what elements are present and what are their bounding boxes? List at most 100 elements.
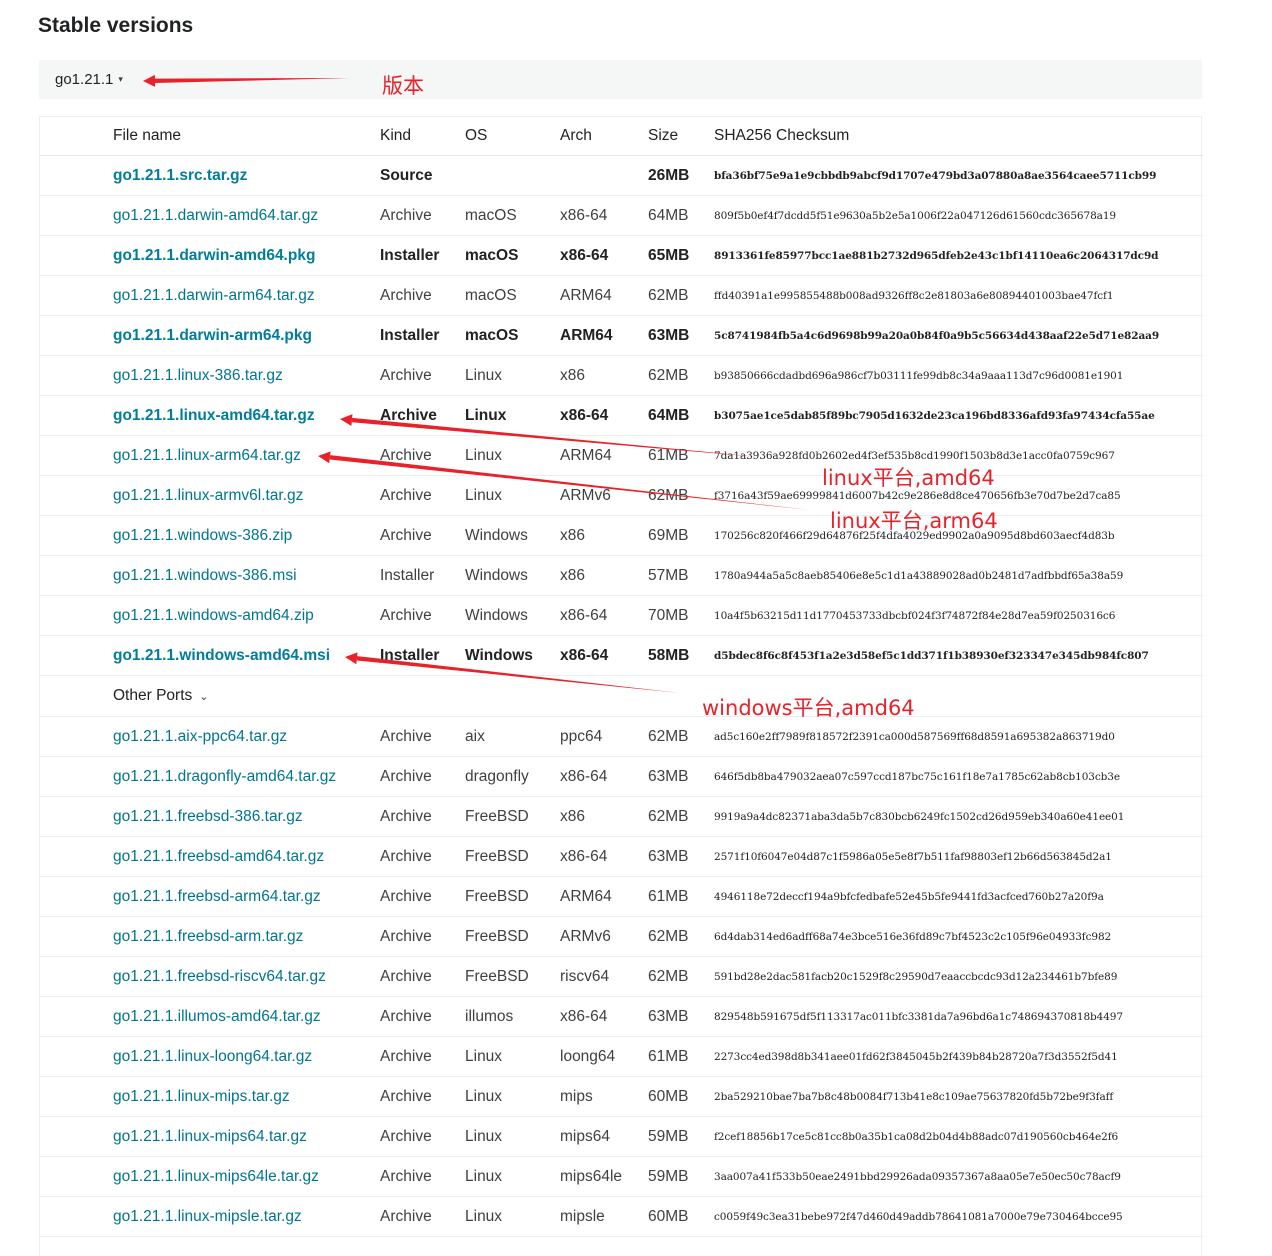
table-row: go1.21.1.darwin-arm64.tar.gz Archive macOS… xyxy=(40,275,1203,316)
download-link[interactable]: go1.21.1.windows-386.zip xyxy=(113,527,292,544)
header-size: Size xyxy=(648,117,714,156)
download-link[interactable]: go1.21.1.windows-386.msi xyxy=(113,567,297,584)
download-link[interactable]: go1.21.1.linux-mips64le.tar.gz xyxy=(113,1168,319,1185)
download-link[interactable]: go1.21.1.freebsd-arm.tar.gz xyxy=(113,928,303,945)
cell-sha256: 5c8741984fb5a4c6d9698b99a20a0b84f0a9b5c5… xyxy=(714,315,1203,356)
row-spacer xyxy=(40,836,113,877)
row-spacer xyxy=(40,1156,113,1197)
cell-arch: mips64le xyxy=(560,1156,648,1197)
other-ports-rows: go1.21.1.aix-ppc64.tar.gz Archive aix ppc64… xyxy=(40,716,1203,1237)
row-spacer xyxy=(40,1036,113,1077)
cell-file-name: go1.21.1.freebsd-amd64.tar.gz xyxy=(113,836,380,877)
download-link[interactable]: go1.21.1.linux-386.tar.gz xyxy=(113,367,283,384)
cell-arch: ARMv6 xyxy=(560,475,648,516)
cell-size: 60MB xyxy=(648,1076,714,1117)
cell-sha256: 3aa007a41f533b50eae2491bbd29926ada093573… xyxy=(714,1156,1203,1197)
cell-arch: ARM64 xyxy=(560,315,648,356)
download-link[interactable]: go1.21.1.darwin-amd64.pkg xyxy=(113,247,315,264)
download-link[interactable]: go1.21.1.linux-arm64.tar.gz xyxy=(113,447,301,464)
cell-size: 57MB xyxy=(648,555,714,596)
download-link[interactable]: go1.21.1.illumos-amd64.tar.gz xyxy=(113,1008,321,1025)
cell-file-name: go1.21.1.darwin-arm64.tar.gz xyxy=(113,275,380,316)
cell-arch: ARMv6 xyxy=(560,916,648,957)
cell-size: 63MB xyxy=(648,996,714,1037)
cell-kind: Archive xyxy=(380,1036,465,1077)
cell-os: macOS xyxy=(465,315,560,356)
download-link[interactable]: go1.21.1.aix-ppc64.tar.gz xyxy=(113,728,287,745)
download-link[interactable]: go1.21.1.linux-armv6l.tar.gz xyxy=(113,487,303,504)
table-row: go1.21.1.windows-amd64.msi Installer Windo… xyxy=(40,635,1203,676)
table-row: go1.21.1.windows-386.msi Installer Windows… xyxy=(40,555,1203,596)
table-row: go1.21.1.illumos-amd64.tar.gz Archive illu… xyxy=(40,996,1203,1037)
download-link[interactable]: go1.21.1.linux-loong64.tar.gz xyxy=(113,1048,312,1065)
download-link[interactable]: go1.21.1.freebsd-386.tar.gz xyxy=(113,808,303,825)
cell-sha256: ad5c160e2ff7989f818572f2391ca000d587569f… xyxy=(714,716,1203,757)
cell-kind: Archive xyxy=(380,395,465,436)
downloads-table-container: File name Kind OS Arch Size SHA256 Check… xyxy=(39,116,1203,1256)
cell-arch: x86-64 xyxy=(560,235,648,276)
cell-file-name: go1.21.1.freebsd-arm.tar.gz xyxy=(113,916,380,957)
header-sha: SHA256 Checksum xyxy=(714,117,1203,156)
header-os: OS xyxy=(465,117,560,156)
cell-size: 61MB xyxy=(648,435,714,476)
annotation-windows-amd64: windows平台,amd64 xyxy=(702,696,915,720)
table-row: go1.21.1.linux-mipsle.tar.gz Archive Linux… xyxy=(40,1196,1203,1237)
cell-size: 62MB xyxy=(648,956,714,997)
cell-file-name: go1.21.1.darwin-amd64.pkg xyxy=(113,235,380,276)
annotation-linux-amd64: linux平台,amd64 xyxy=(822,466,995,490)
table-row: go1.21.1.windows-386.zip Archive Windows x8… xyxy=(40,515,1203,556)
row-spacer xyxy=(40,195,113,236)
row-spacer xyxy=(40,155,113,196)
cell-kind: Archive xyxy=(380,916,465,957)
download-link[interactable]: go1.21.1.linux-mips.tar.gz xyxy=(113,1088,290,1105)
download-link[interactable]: go1.21.1.linux-mipsle.tar.gz xyxy=(113,1208,302,1225)
cell-kind: Archive xyxy=(380,355,465,396)
download-link[interactable]: go1.21.1.linux-mips64.tar.gz xyxy=(113,1128,307,1145)
download-link[interactable]: go1.21.1.src.tar.gz xyxy=(113,167,247,184)
cell-arch: loong64 xyxy=(560,1036,648,1077)
cell-file-name: go1.21.1.windows-386.msi xyxy=(113,555,380,596)
version-label: go1.21.1 xyxy=(55,71,114,88)
table-row: go1.21.1.linux-mips64le.tar.gz Archive Lin… xyxy=(40,1156,1203,1197)
cell-kind: Archive xyxy=(380,515,465,556)
cell-size: 59MB xyxy=(648,1156,714,1197)
row-spacer xyxy=(40,475,113,516)
download-link[interactable]: go1.21.1.darwin-amd64.tar.gz xyxy=(113,207,318,224)
cell-os: FreeBSD xyxy=(465,836,560,877)
download-link[interactable]: go1.21.1.freebsd-riscv64.tar.gz xyxy=(113,968,326,985)
cell-os: macOS xyxy=(465,275,560,316)
cell-file-name: go1.21.1.src.tar.gz xyxy=(113,155,380,196)
download-link[interactable]: go1.21.1.freebsd-arm64.tar.gz xyxy=(113,888,321,905)
cell-os: macOS xyxy=(465,195,560,236)
cell-arch: x86-64 xyxy=(560,635,648,676)
download-link[interactable]: go1.21.1.darwin-arm64.tar.gz xyxy=(113,287,315,304)
other-ports-toggle[interactable]: Other Ports ⌄ xyxy=(113,687,208,704)
download-link[interactable]: go1.21.1.darwin-arm64.pkg xyxy=(113,327,312,344)
cell-arch: riscv64 xyxy=(560,956,648,997)
chevron-down-icon: ⌄ xyxy=(199,691,209,703)
download-link[interactable]: go1.21.1.dragonfly-amd64.tar.gz xyxy=(113,768,336,785)
cell-file-name: go1.21.1.linux-loong64.tar.gz xyxy=(113,1036,380,1077)
row-spacer xyxy=(40,956,113,997)
cell-kind: Archive xyxy=(380,996,465,1037)
cell-sha256: 10a4f5b63215d11d1770453733dbcbf024f3f748… xyxy=(714,595,1203,636)
cell-arch: x86-64 xyxy=(560,836,648,877)
download-link[interactable]: go1.21.1.linux-amd64.tar.gz xyxy=(113,407,315,424)
download-link[interactable]: go1.21.1.freebsd-amd64.tar.gz xyxy=(113,848,324,865)
cell-os: FreeBSD xyxy=(465,916,560,957)
cell-os: FreeBSD xyxy=(465,956,560,997)
cell-os: Linux xyxy=(465,1156,560,1197)
cell-size: 70MB xyxy=(648,595,714,636)
cell-kind: Archive xyxy=(380,435,465,476)
cell-os: Linux xyxy=(465,435,560,476)
download-link[interactable]: go1.21.1.windows-amd64.zip xyxy=(113,607,314,624)
download-link[interactable]: go1.21.1.windows-amd64.msi xyxy=(113,647,330,664)
cell-size: 69MB xyxy=(648,515,714,556)
cell-sha256: 2ba529210bae7ba7b8c48b0084f713b41e8c109a… xyxy=(714,1076,1203,1117)
version-toggle[interactable]: go1.21.1 ▾ xyxy=(55,71,123,88)
cell-size: 26MB xyxy=(648,155,714,196)
cell-kind: Archive xyxy=(380,595,465,636)
cell-file-name: go1.21.1.linux-amd64.tar.gz xyxy=(113,395,380,436)
cell-os: Linux xyxy=(465,1196,560,1237)
cell-kind: Archive xyxy=(380,716,465,757)
